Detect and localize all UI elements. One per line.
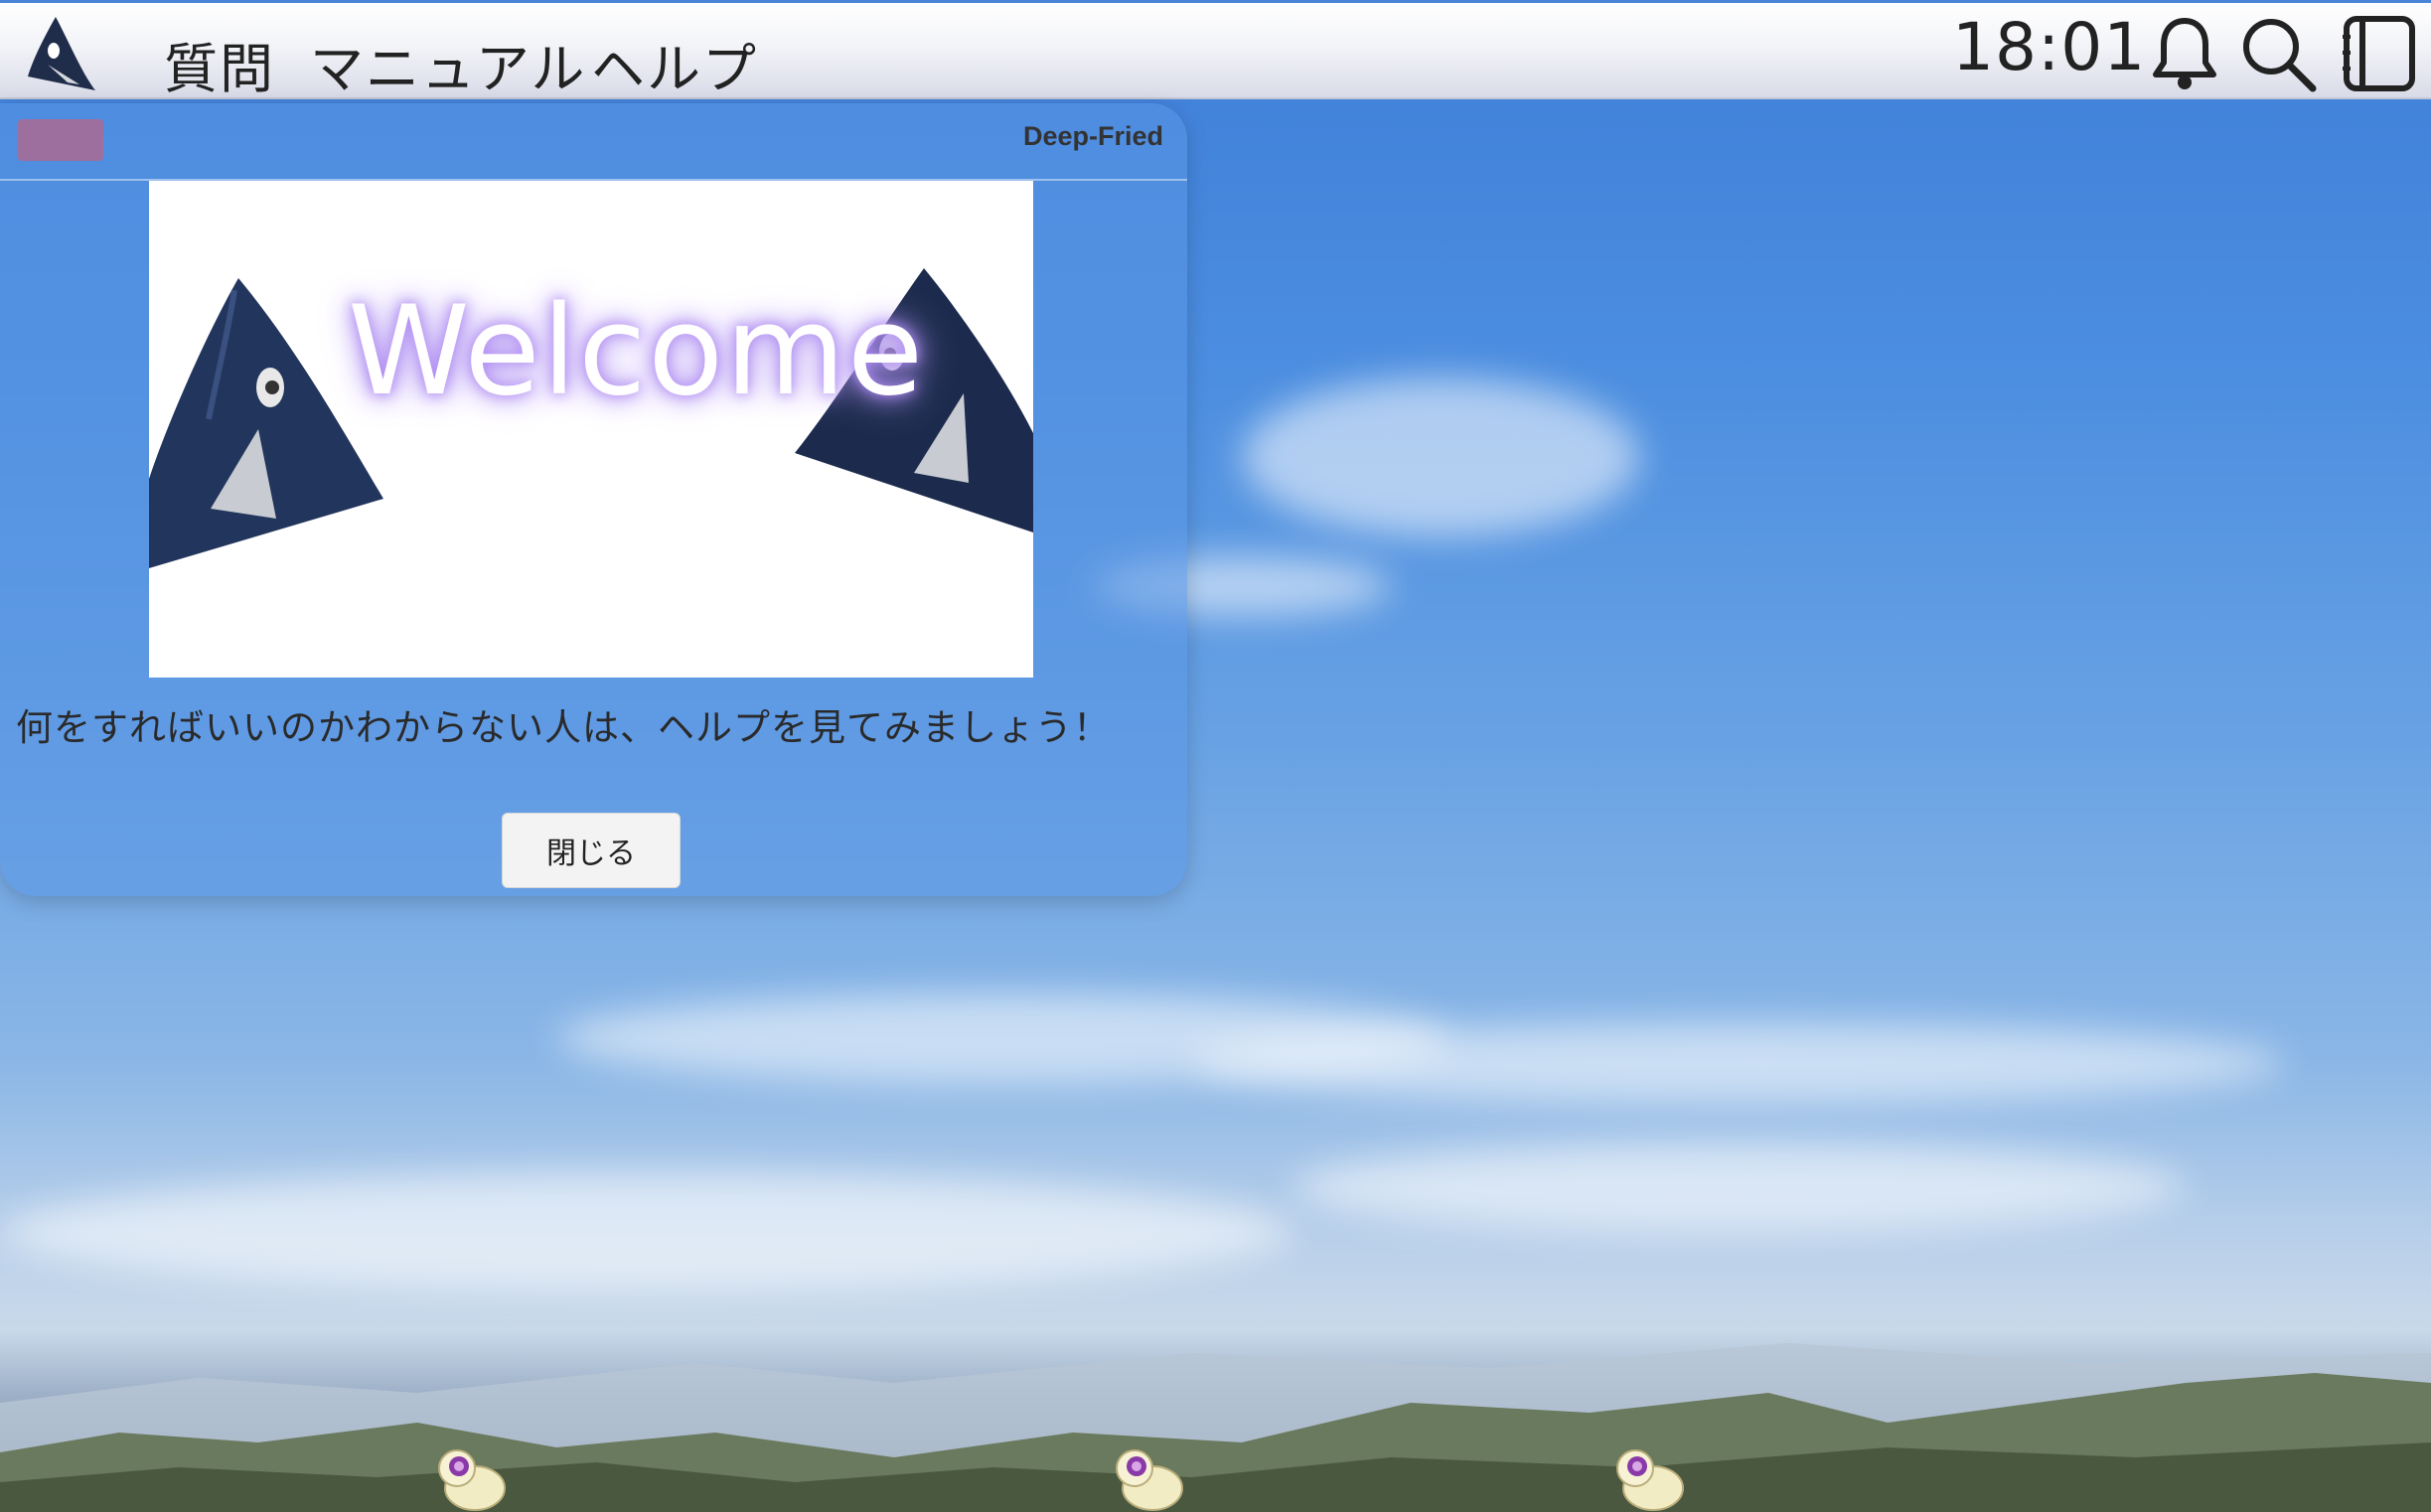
menu-item-help[interactable]: ヘルプ — [591, 25, 758, 103]
clock: 18:01 — [1952, 9, 2147, 85]
search-icon[interactable] — [2237, 13, 2319, 94]
window-control-button[interactable] — [18, 119, 103, 161]
sidebar-panel-icon[interactable] — [2337, 13, 2418, 94]
sheep-sprite — [1616, 1449, 1684, 1511]
window-title: Deep-Fried — [1022, 121, 1163, 151]
menu-item-manual[interactable]: マニュアル — [310, 25, 586, 103]
bell-icon[interactable] — [2144, 13, 2225, 94]
menu-item-question[interactable]: 質問 — [164, 25, 275, 103]
cloud — [1291, 1142, 2186, 1232]
cloud — [1192, 1023, 2285, 1103]
mountain-range — [0, 1343, 2431, 1512]
fish-logo-icon[interactable] — [18, 11, 105, 94]
help-message: 何をすればいいのかわからない人は、ヘルプを見てみましょう！ — [16, 706, 1111, 749]
cloud — [1242, 378, 1639, 536]
menu-bar: 質問 マニュアル ヘルプ 18:01 — [0, 0, 2431, 100]
welcome-banner-image: Welcome — [149, 181, 1033, 678]
welcome-window: Deep-Fried Welcome 何をすればいいのかわからない人は、ヘルプを… — [0, 103, 1187, 896]
sheep-sprite — [438, 1449, 506, 1511]
window-titlebar[interactable]: Deep-Fried — [0, 103, 1187, 181]
sheep-sprite — [1116, 1449, 1183, 1511]
close-button[interactable]: 閉じる — [502, 813, 681, 888]
welcome-text: Welcome — [348, 280, 926, 423]
cloud — [0, 1172, 1291, 1291]
